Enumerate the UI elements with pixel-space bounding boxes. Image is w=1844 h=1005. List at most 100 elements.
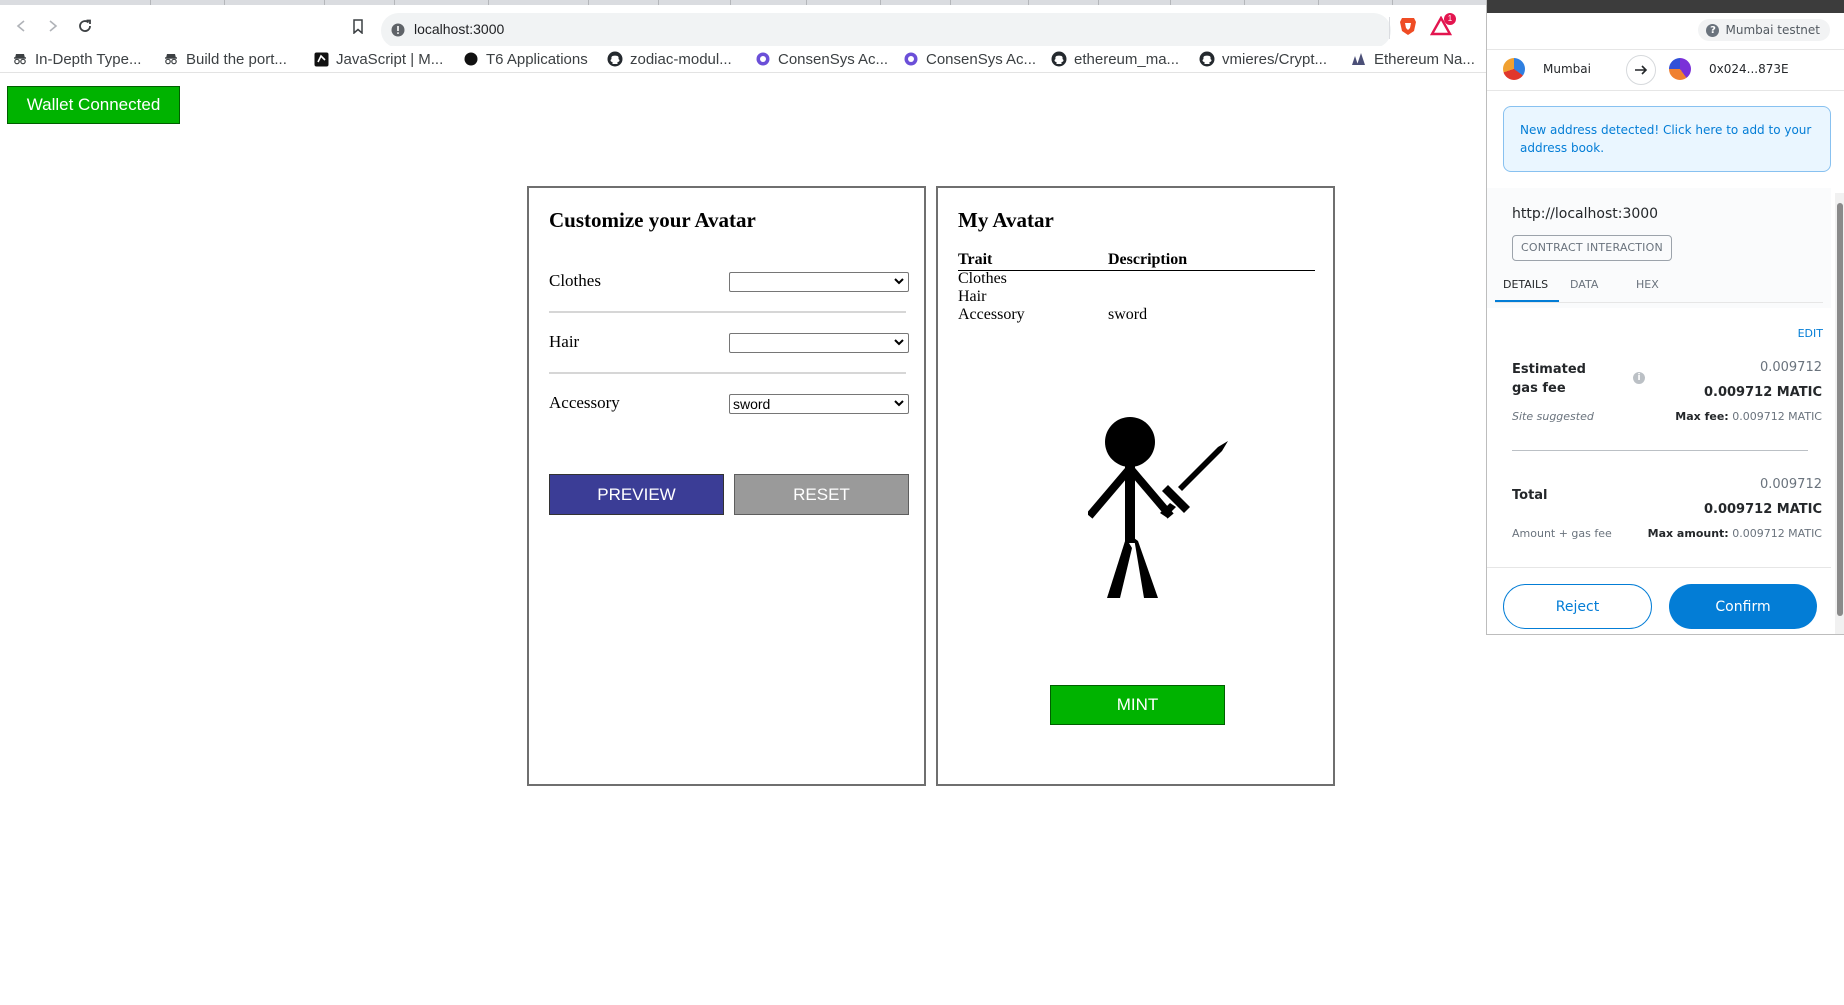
info-icon[interactable]: i [1633, 372, 1645, 384]
reject-button[interactable]: Reject [1503, 584, 1652, 629]
bookmark-item[interactable]: zodiac-modul... [607, 49, 732, 69]
bookmark-label: ConsenSys Ac... [778, 50, 889, 68]
bookmark-item[interactable]: vmieres/Crypt... [1199, 49, 1327, 69]
bookmark-icon [353, 18, 363, 34]
edit-gas-link[interactable]: EDIT [1798, 327, 1823, 340]
forward-button[interactable] [42, 15, 64, 37]
total-label: Total [1512, 488, 1548, 503]
brave-lion-icon [1400, 18, 1416, 35]
bookmark-label: Build the port... [186, 50, 287, 68]
new-address-notice[interactable]: New address detected! Click here to add … [1503, 106, 1831, 172]
bookmark-label: vmieres/Crypt... [1222, 50, 1328, 68]
clothes-select[interactable] [729, 272, 909, 292]
chevron-down-icon [894, 339, 904, 346]
my-avatar-title: My Avatar [958, 208, 1054, 232]
address-bar[interactable]: localhost:3000 [381, 13, 1391, 48]
recipient-address[interactable]: 0x024...873E [1709, 62, 1789, 76]
trait-cell: Clothes [958, 270, 1007, 287]
bookmark-item[interactable]: Ethereum Na... [1351, 49, 1475, 69]
recipient-avatar-icon [1669, 58, 1691, 80]
details-tabs: DETAILS DATA HEX [1495, 272, 1823, 303]
consensys-icon [903, 51, 919, 67]
table-header-rule [958, 270, 1315, 271]
sender-name: Mumbai [1543, 62, 1591, 76]
bookmark-item[interactable]: ConsenSys Ac... [903, 49, 1036, 69]
clothes-label: Clothes [549, 271, 601, 290]
trait-cell: Hair [958, 288, 987, 305]
reload-button[interactable] [74, 15, 96, 37]
browser-toolbar: localhost:3000 1 [0, 5, 1487, 48]
url-text: localhost:3000 [414, 21, 505, 37]
my-avatar-panel: My Avatar Trait Description Clothes Hair… [936, 186, 1335, 786]
trait-cell: Accessory [958, 306, 1025, 323]
tab-data[interactable]: DATA [1570, 278, 1598, 291]
site-suggested-label: Site suggested [1512, 410, 1594, 423]
reload-icon [79, 19, 91, 32]
address-bar-divider [1389, 17, 1390, 39]
brave-rewards-button[interactable]: 1 [1429, 13, 1458, 38]
consensys-icon [755, 51, 771, 67]
max-fee-value: 0.009712 MATIC [1732, 410, 1822, 423]
customize-title: Customize your Avatar [549, 208, 756, 232]
github-icon [1051, 51, 1067, 67]
amount-gas-label: Amount + gas fee [1512, 527, 1612, 540]
bookmark-label: JavaScript | M... [336, 50, 444, 68]
brave-shields-button[interactable] [1399, 16, 1419, 38]
metamask-title-bar [1487, 0, 1844, 13]
bookmark-item[interactable]: ConsenSys Ac... [755, 49, 888, 69]
scrollbar[interactable] [1835, 193, 1844, 634]
bookmark-item[interactable]: T6 Applications [463, 49, 588, 69]
arrow-right-circle [1626, 55, 1656, 85]
bookmark-label: Ethereum Na... [1374, 50, 1475, 68]
github-icon [607, 51, 623, 67]
tab-hex[interactable]: HEX [1636, 278, 1659, 291]
gas-fee-primary: 0.009712 MATIC [1703, 385, 1822, 400]
max-fee-label: Max fee: [1675, 410, 1729, 423]
reset-button[interactable]: RESET [734, 474, 909, 515]
bookmark-item[interactable]: JavaScript | M... [313, 49, 443, 69]
divider [1512, 450, 1808, 451]
wallet-connected-button[interactable]: Wallet Connected [7, 86, 180, 124]
back-button[interactable] [10, 15, 32, 37]
origin-url: http://localhost:3000 [1512, 206, 1659, 222]
rewards-badge: 1 [1444, 13, 1456, 25]
bookmark-page-button[interactable] [347, 15, 369, 37]
network-indicator[interactable]: ? Mumbai testnet [1698, 19, 1830, 41]
bookmark-label: ConsenSys Ac... [926, 50, 1037, 68]
hair-label: Hair [549, 332, 580, 351]
accessory-select[interactable]: sword [729, 394, 909, 414]
site-favicon-icon [313, 51, 329, 67]
max-fee: Max fee: 0.009712 MATIC [1675, 410, 1822, 423]
preview-button[interactable]: PREVIEW [549, 474, 724, 515]
active-tab-indicator [1495, 300, 1559, 302]
max-amount: Max amount: 0.009712 MATIC [1648, 527, 1822, 540]
incognito-glasses-icon [163, 51, 179, 67]
github-icon [1199, 51, 1215, 67]
max-amount-value: 0.009712 MATIC [1732, 527, 1822, 540]
gas-fee-secondary: 0.009712 [1759, 360, 1822, 375]
chevron-down-icon [894, 400, 904, 407]
question-icon: ? [1706, 23, 1720, 37]
tab-details[interactable]: DETAILS [1503, 278, 1548, 291]
total-primary: 0.009712 MATIC [1703, 502, 1822, 517]
divider [549, 311, 906, 313]
bookmark-item[interactable]: In-Depth Type... [12, 49, 141, 69]
back-arrow-icon [16, 20, 25, 32]
avatar-preview-image [1088, 417, 1228, 598]
sword-icon [1160, 441, 1228, 517]
confirm-button[interactable]: Confirm [1669, 584, 1817, 629]
description-cell: sword [1108, 306, 1148, 323]
mint-button[interactable]: MINT [1050, 685, 1225, 725]
scrollbar-thumb[interactable] [1837, 203, 1843, 616]
arrow-right-icon [1635, 65, 1648, 75]
divider [549, 372, 906, 374]
bookmark-label: T6 Applications [486, 50, 588, 68]
max-amount-label: Max amount: [1647, 527, 1729, 540]
bookmark-item[interactable]: ethereum_ma... [1051, 49, 1179, 69]
sender-avatar-icon [1503, 58, 1525, 80]
hair-select[interactable] [729, 333, 909, 353]
bookmarks-bar: In-Depth Type... Build the port... JavaS… [0, 46, 1487, 73]
bookmark-item[interactable]: Build the port... [163, 49, 287, 69]
accessory-label: Accessory [549, 393, 620, 412]
total-secondary: 0.009712 [1759, 477, 1822, 492]
